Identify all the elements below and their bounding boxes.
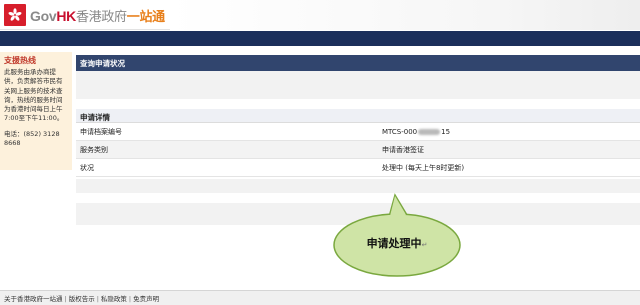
row-label: 服务类别: [80, 145, 108, 154]
logo-gov: Gov: [30, 8, 57, 24]
logo-hk: HK: [56, 8, 76, 24]
site-footer: 关于香港政府一站通 | 版权告示 | 私隐政策 | 免责声明: [0, 290, 640, 305]
application-number-suffix: 15: [441, 127, 451, 136]
header-banner: [170, 0, 640, 30]
table-row: 状况 处理中 (每天上午8时更新): [76, 159, 640, 177]
nav-bar: [0, 31, 640, 46]
logo-accent: 一站通: [126, 9, 165, 24]
footer-link-disclaimer[interactable]: 免责声明: [133, 295, 159, 303]
table-row: 服务类别 申请香港签证: [76, 141, 640, 159]
status-spacer-mid: [76, 179, 640, 193]
bauhinia-icon: [8, 8, 22, 21]
application-number: MTCS-000 15: [382, 128, 640, 136]
sidebar-phone: 电话：(852) 3128 8668: [4, 129, 60, 148]
details-heading: 申请详情: [76, 109, 640, 123]
footer-link-about[interactable]: 关于香港政府一站通: [4, 295, 63, 303]
redacted-digits: [418, 128, 441, 135]
footer-link-privacy[interactable]: 私隐政策: [101, 295, 127, 303]
logo-chinese: 香港政府: [75, 9, 127, 24]
callout-label: 申请处理中↵: [331, 235, 463, 251]
hk-flag-icon[interactable]: [4, 4, 26, 26]
support-hotline-panel: 支援热线 此服务由承办商提供，负责解答市民有关网上服务的技术查询，热线的服务时间…: [0, 52, 72, 170]
application-number-prefix: MTCS-000: [382, 127, 418, 136]
page-title: 查询申请状况: [76, 55, 640, 71]
row-label: 申请档案编号: [80, 127, 122, 136]
table-row: 申请档案编号 MTCS-000 15: [76, 123, 640, 141]
row-label: 状况: [80, 163, 94, 172]
return-mark: ↵: [421, 241, 428, 249]
site-header: GovHK香港政府一站通: [0, 0, 640, 30]
footer-link-copyright[interactable]: 版权告示: [69, 295, 95, 303]
status-value: 处理中 (每天上午8时更新): [382, 163, 465, 172]
service-type: 申请香港签证: [382, 145, 424, 154]
sidebar-title: 支援热线: [4, 56, 36, 65]
sidebar-description: 此服务由承办商提供，负责解答市民有关网上服务的技术查询，热线的服务时间为香港时间…: [4, 68, 64, 123]
callout-text: 申请处理中: [366, 237, 422, 250]
status-callout-bubble: 申请处理中↵: [331, 193, 463, 279]
govhk-logo[interactable]: GovHK香港政府一站通: [30, 6, 165, 25]
status-spacer-top: [76, 71, 640, 99]
